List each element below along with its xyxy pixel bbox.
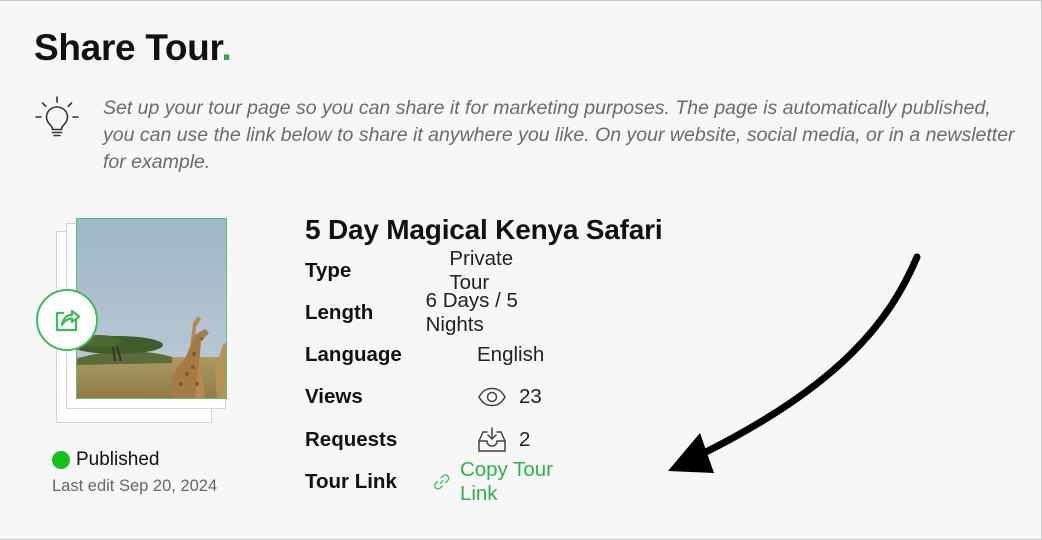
copy-tour-link-button[interactable]: Copy Tour Link	[433, 458, 559, 506]
copy-tour-link-label: Copy Tour Link	[459, 458, 553, 505]
detail-row-views: Views 23	[305, 381, 542, 413]
tour-photo	[76, 218, 227, 399]
detail-label: Tour Link	[305, 470, 397, 493]
title-dot: .	[221, 27, 232, 68]
detail-label: Views	[305, 385, 363, 408]
detail-value-language: English	[477, 343, 545, 366]
page-title: Share Tour.	[34, 27, 232, 69]
detail-value-views: 23	[477, 385, 542, 409]
views-count: 23	[519, 385, 542, 408]
detail-value-requests: 2	[477, 427, 530, 453]
requests-count: 2	[519, 428, 531, 451]
share-icon	[55, 309, 81, 332]
title-text: Share Tour	[34, 27, 222, 68]
share-button[interactable]	[36, 289, 98, 351]
detail-row-type: Type Private Tour	[305, 247, 541, 294]
detail-label: Type	[305, 259, 352, 282]
detail-row-requests: Requests 2	[305, 424, 530, 456]
share-tour-panel: Share Tour. Set up your tour page so you…	[0, 0, 1042, 540]
last-edit: Last edit Sep 20, 2024	[52, 477, 218, 495]
detail-label: Requests	[305, 428, 398, 451]
detail-value-length: 6 Days / 5 Nights	[425, 289, 518, 336]
link-icon	[433, 474, 449, 490]
detail-row-length: Length 6 Days / 5 Nights	[305, 289, 535, 336]
detail-row-language: Language English	[305, 339, 544, 371]
tour-name: 5 Day Magical Kenya Safari	[305, 214, 663, 245]
tour-status: Published Last edit Sep 20, 2024	[52, 449, 217, 496]
eye-icon	[478, 387, 506, 407]
detail-row-tour-link: Tour Link Copy Tour Link	[305, 458, 559, 505]
inbox-icon	[478, 427, 506, 452]
detail-label: Language	[305, 343, 402, 366]
detail-label: Length	[305, 301, 374, 324]
lightbulb-icon	[35, 96, 79, 137]
tour-thumbnail[interactable]	[36, 217, 232, 423]
detail-value-type: Private Tour	[449, 247, 514, 294]
tip-text: Set up your tour page so you can share i…	[103, 97, 1015, 173]
status-badge: Published	[76, 449, 160, 470]
status-indicator	[52, 451, 70, 469]
